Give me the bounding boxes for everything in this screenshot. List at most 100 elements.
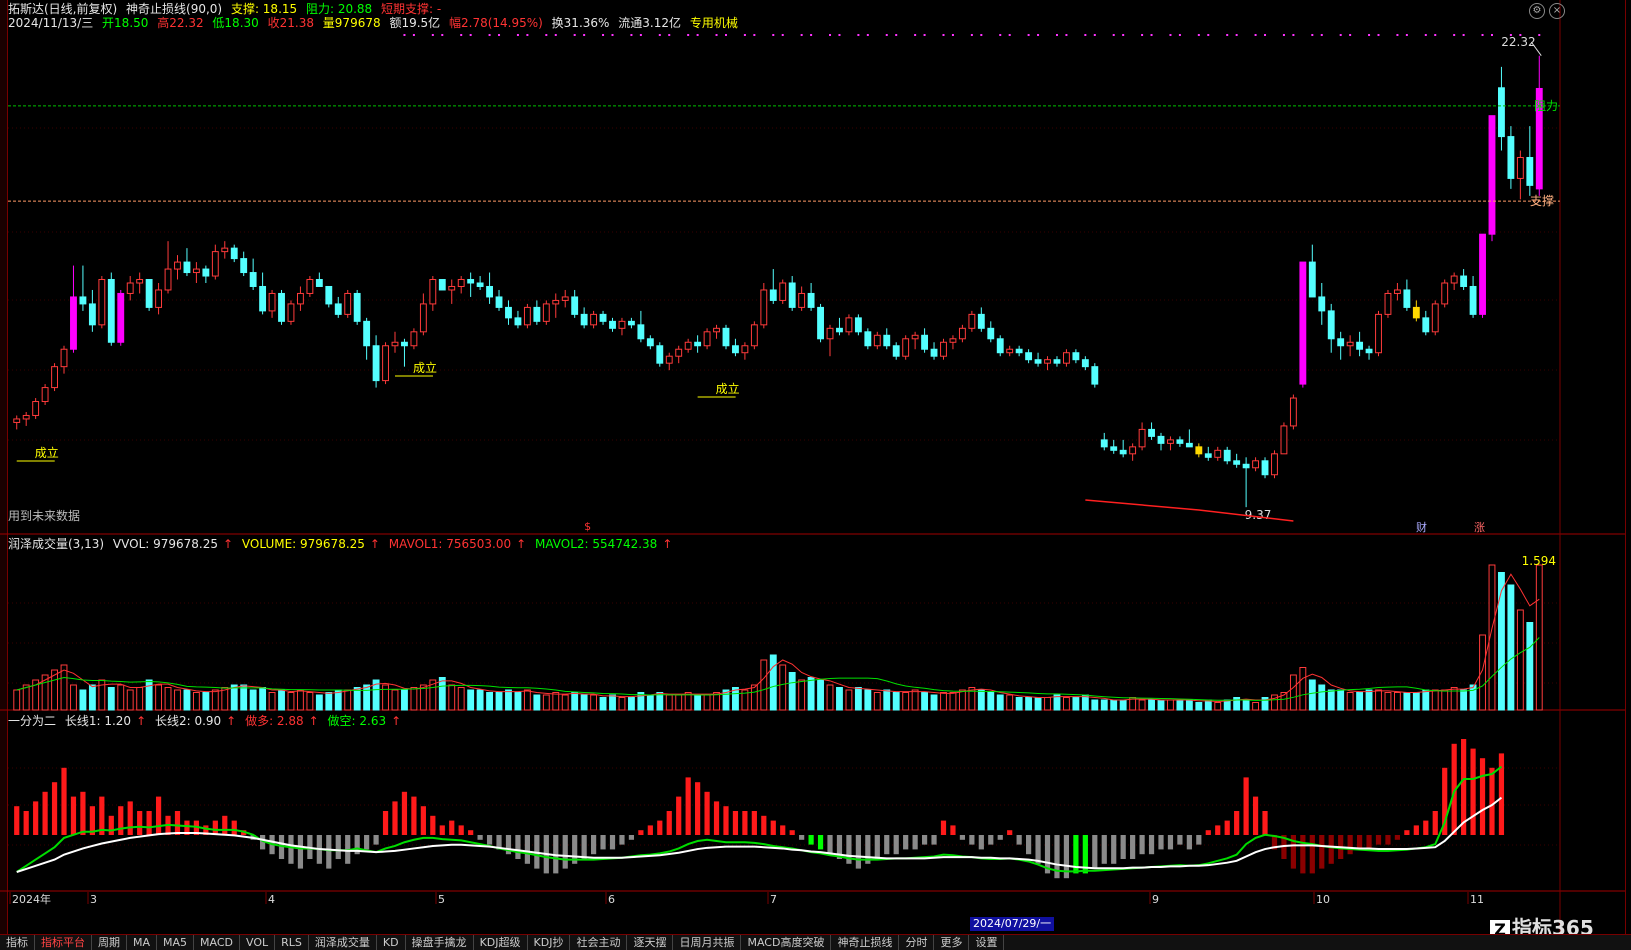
quote-industry[interactable]: 专用机械 [690, 16, 738, 30]
indicator-tab-bar[interactable]: 指标 指标平台 周期 MA MA5 MACD VOL RLS 润泽成交量 KD 操盘手擒龙 KDJ超级… [0, 934, 1631, 950]
indicator-tab[interactable]: RLS [275, 935, 309, 950]
volume-bar [1308, 679, 1316, 711]
volume-bar [1422, 689, 1430, 711]
mavol2-value: MAVOL2: 554742.38 [535, 537, 658, 551]
candle-body [1431, 303, 1439, 333]
volume-bar [297, 689, 304, 711]
volume-bar [646, 694, 654, 711]
candle-body [958, 327, 966, 340]
volume-bar [13, 689, 21, 711]
volume-bar [1318, 684, 1326, 711]
candle-body [1498, 87, 1505, 138]
osc-bar [666, 811, 672, 835]
indicator-tab[interactable]: 操盘手擒龙 [406, 935, 474, 950]
candle-body [1441, 282, 1449, 305]
indicator-tab[interactable]: 神奇止损线 [831, 935, 900, 950]
volume-indicator-name[interactable]: 润泽成交量(3,13) [8, 537, 104, 551]
osc-bar [1186, 835, 1192, 850]
osc-bar [1196, 835, 1202, 845]
indicator-tab[interactable]: 润泽成交量 [309, 935, 377, 950]
signal-dot [658, 34, 661, 36]
quote-open: 开18.50 [102, 16, 149, 30]
main-header-row1: 拓斯达(日线,前复权) 神奇止损线(90,0) 支撑: 18.15 阻力: 20… [8, 2, 446, 16]
volume-bar [1119, 699, 1127, 711]
osc-bar [997, 835, 1003, 840]
candle-body [1526, 157, 1534, 186]
volume-bar [561, 694, 569, 711]
high-value-label: 22.32 [1501, 35, 1535, 49]
candle-body [1044, 359, 1051, 364]
osc-bar [619, 835, 625, 845]
indicator-tab[interactable]: 设置 [969, 935, 1005, 950]
signal-dot [1112, 34, 1115, 36]
volume-bar [192, 692, 200, 711]
quote-change: 幅2.78(14.95%) [449, 16, 543, 30]
candle-body [32, 401, 40, 416]
volume-bar [1072, 697, 1080, 711]
osc-bar [61, 767, 67, 835]
candle-body [192, 268, 200, 274]
signal-dot [1396, 34, 1399, 36]
candle-body [486, 285, 493, 298]
indicator-tab[interactable]: KDJ抄 [528, 935, 571, 950]
volume-bar [1375, 689, 1382, 711]
volume-bar [1299, 667, 1307, 711]
indicator-tab[interactable]: VOL [240, 935, 276, 950]
signal-dot [1538, 34, 1541, 36]
osc-bar [789, 830, 795, 835]
candle-body [240, 258, 248, 274]
indicator-tab[interactable]: 指标 [0, 935, 35, 950]
candle-body [627, 320, 635, 326]
x-axis-label: 4 [268, 893, 275, 906]
signal-dot [639, 34, 642, 36]
osc-indicator-name[interactable]: 一分为二 [8, 714, 56, 728]
candle-body [1006, 348, 1014, 354]
signal-dot [403, 34, 406, 36]
bull-arrow-icon: ↑ [308, 714, 319, 728]
indicator-tab[interactable]: 周期 [92, 935, 127, 950]
signal-dot [772, 34, 775, 36]
signal-dot [1490, 34, 1493, 36]
indicator-tab[interactable]: MACD高度突破 [741, 935, 832, 950]
osc-bar [373, 835, 379, 845]
osc-bar [420, 806, 426, 835]
candle-body [164, 268, 172, 291]
indicator-tab[interactable]: MA5 [157, 935, 195, 950]
volume-bar [88, 684, 96, 711]
candle-body [268, 292, 276, 312]
quote-date: 2024/11/13/三 [8, 16, 94, 30]
candle-body [1318, 296, 1326, 312]
indicator-tab[interactable]: MA [127, 935, 158, 950]
indicator-tab[interactable]: 日周月共振 [673, 935, 742, 950]
volume-bar [1242, 699, 1250, 711]
indicator-tab[interactable]: 更多 [934, 935, 970, 950]
x-axis-label: 7 [770, 893, 777, 906]
indicator-tab[interactable]: KD [377, 935, 406, 950]
close-icon[interactable]: × [1549, 3, 1565, 19]
indicator-tab[interactable]: 指标平台 [35, 935, 92, 950]
volume-bar [183, 689, 191, 711]
candle-body [1488, 115, 1496, 235]
candle-body [1393, 289, 1401, 294]
indicator-tab[interactable]: MACD [194, 935, 241, 950]
signal-dot [715, 34, 718, 36]
osc-bar [1101, 835, 1107, 864]
volume-bar [911, 689, 919, 711]
candle-body [675, 348, 683, 357]
candle-body [1214, 449, 1222, 458]
chart-canvas[interactable]: 2024年 3 4 5 6 7 9 10 11 1.594 阻力支撑用到未来数据成立成立成立22… [0, 0, 1631, 934]
osc-bar [1375, 835, 1382, 845]
osc-bar [51, 782, 58, 835]
volume-bar [1100, 699, 1108, 711]
volume-bar [552, 692, 560, 711]
indicator-name[interactable]: 神奇止损线(90,0) [126, 2, 222, 16]
established-label: 成立 [35, 445, 59, 460]
indicator-tab[interactable]: 逐天摆 [627, 935, 674, 950]
indicator-tab[interactable]: 分时 [899, 935, 935, 950]
indicator-tab[interactable]: 社会主动 [570, 935, 628, 950]
signal-dot [1226, 34, 1229, 36]
candle-body [98, 279, 106, 326]
volume-bar [523, 689, 531, 711]
settings-icon[interactable]: ⚙ [1529, 3, 1545, 19]
indicator-tab[interactable]: KDJ超级 [474, 935, 528, 950]
